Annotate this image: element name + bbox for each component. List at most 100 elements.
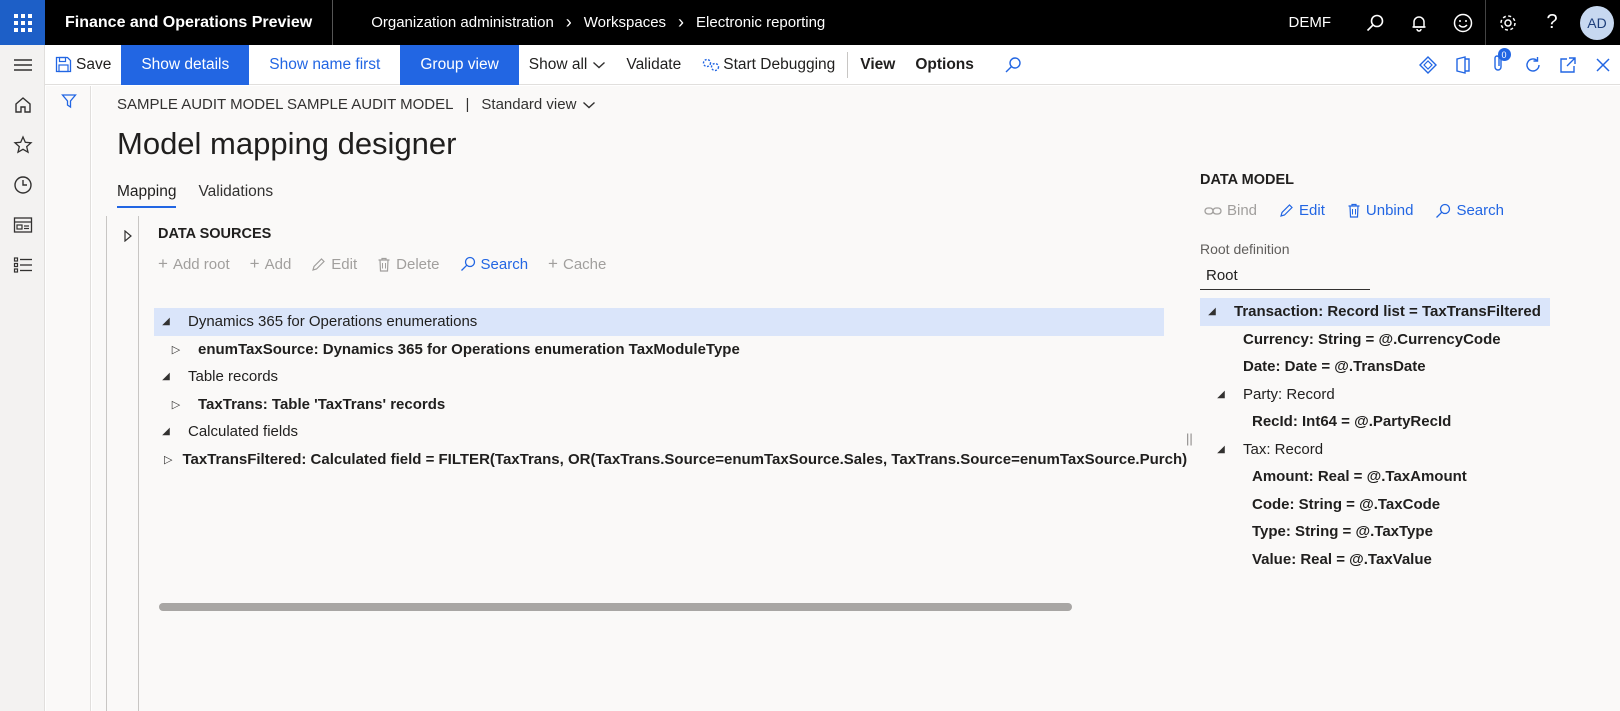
show-name-first-button[interactable]: Show name first: [249, 45, 400, 85]
tree-node-date[interactable]: Date: Date = @.TransDate: [1200, 353, 1550, 381]
tree-node-label: Party: Record: [1243, 385, 1335, 403]
edit-button[interactable]: Edit: [311, 254, 357, 274]
bind-button[interactable]: Bind: [1204, 202, 1257, 219]
start-debugging-button[interactable]: Start Debugging: [691, 45, 845, 85]
add-button[interactable]: + Add: [250, 254, 292, 274]
unbind-button[interactable]: Unbind: [1347, 202, 1413, 219]
tree-node-party[interactable]: ◢ Party: Record: [1200, 381, 1550, 409]
data-model-toolbar: Bind Edit Unbind Search: [1204, 202, 1526, 219]
power-apps-icon[interactable]: [1410, 45, 1445, 85]
delete-button[interactable]: Delete: [377, 254, 440, 274]
gear-icon[interactable]: [1486, 0, 1530, 45]
search-icon: [1436, 203, 1451, 218]
expand-triangle-icon[interactable]: ▷: [164, 453, 172, 466]
tree-node-label: Type: String = @.TaxType: [1252, 523, 1433, 541]
show-all-dropdown[interactable]: Show all: [519, 45, 617, 85]
tree-node-label: Table records: [188, 368, 279, 386]
view-selector[interactable]: Standard view: [481, 96, 596, 113]
options-menu[interactable]: Options: [905, 45, 984, 85]
show-details-button[interactable]: Show details: [121, 44, 250, 85]
workspaces-icon[interactable]: [0, 205, 45, 245]
add-label: Add: [264, 255, 292, 273]
panel-splitter[interactable]: ||: [1186, 431, 1193, 446]
search-button[interactable]: Search: [1435, 202, 1504, 219]
chevron-down-icon: [583, 101, 596, 108]
search-button[interactable]: Search: [460, 254, 528, 274]
root-definition-field[interactable]: Root: [1200, 264, 1370, 290]
start-debugging-label: Start Debugging: [723, 55, 836, 73]
view-selector-label: Standard view: [481, 96, 577, 113]
plus-icon: +: [158, 254, 168, 273]
office-icon[interactable]: [1445, 45, 1480, 85]
tree-node-enum-tax-source[interactable]: ▷ enumTaxSource: Dynamics 365 for Operat…: [154, 336, 1164, 364]
collapse-triangle-icon[interactable]: ◢: [154, 316, 178, 327]
group-view-button[interactable]: Group view: [400, 44, 519, 85]
tree-node-tax-trans[interactable]: ▷ TaxTrans: Table 'TaxTrans' records: [154, 391, 1164, 419]
tree-node-type[interactable]: Type: String = @.TaxType: [1200, 518, 1550, 546]
breadcrumb-item-workspaces[interactable]: Workspaces: [584, 14, 666, 31]
smiley-icon[interactable]: [1441, 0, 1485, 45]
data-sources-toolbar: + Add root + Add Edit Delete Search + Cache: [158, 254, 626, 274]
chevron-down-icon: [593, 61, 606, 68]
expand-panel-icon[interactable]: [123, 229, 133, 246]
tree-node-currency[interactable]: Currency: String = @.CurrencyCode: [1200, 326, 1550, 354]
modules-list-icon[interactable]: [0, 245, 45, 285]
data-model-tree: ◢ Transaction: Record list = TaxTransFil…: [1200, 298, 1550, 573]
expand-triangle-icon[interactable]: ▷: [164, 398, 188, 411]
tree-node-label: Dynamics 365 for Operations enumerations: [188, 313, 478, 331]
collapse-triangle-icon[interactable]: ◢: [1209, 444, 1233, 455]
collapse-triangle-icon[interactable]: ◢: [1209, 389, 1233, 400]
refresh-icon[interactable]: [1515, 45, 1550, 85]
data-sources-header: DATA SOURCES: [158, 226, 272, 242]
tree-node-table-records[interactable]: ◢ Table records: [154, 363, 1164, 391]
data-sources-tree: ◢ Dynamics 365 for Operations enumeratio…: [154, 308, 1187, 474]
hamburger-icon[interactable]: [0, 45, 45, 85]
divider: [847, 51, 849, 78]
filter-icon[interactable]: [46, 86, 91, 116]
open-new-window-icon[interactable]: [1550, 45, 1585, 85]
tree-node-label: TaxTrans: Table 'TaxTrans' records: [198, 395, 446, 413]
view-menu[interactable]: View: [850, 45, 905, 85]
breadcrumb-item-electronic-reporting[interactable]: Electronic reporting: [696, 14, 825, 31]
star-icon[interactable]: [0, 125, 45, 165]
app-name[interactable]: Finance and Operations Preview: [45, 0, 334, 45]
cache-label: Cache: [562, 255, 607, 273]
tree-node-tax-trans-filtered[interactable]: ▷ TaxTransFiltered: Calculated field = F…: [154, 446, 1187, 474]
tree-node-code[interactable]: Code: String = @.TaxCode: [1200, 491, 1550, 519]
tree-node-calculated-fields[interactable]: ◢ Calculated fields: [154, 418, 1164, 446]
attachments-count-badge: 0: [1497, 48, 1511, 61]
edit-label: Edit: [331, 255, 358, 273]
save-button[interactable]: Save: [45, 45, 121, 85]
tree-node-tax[interactable]: ◢ Tax: Record: [1200, 436, 1550, 464]
collapse-triangle-icon[interactable]: ◢: [154, 371, 178, 382]
collapse-triangle-icon[interactable]: ◢: [154, 426, 178, 437]
home-icon[interactable]: [0, 85, 45, 125]
tree-node-transaction[interactable]: ◢ Transaction: Record list = TaxTransFil…: [1200, 298, 1550, 326]
tab-mapping[interactable]: Mapping: [117, 183, 177, 208]
cache-button[interactable]: + Cache: [548, 254, 606, 274]
expand-triangle-icon[interactable]: ▷: [164, 343, 188, 356]
validate-button[interactable]: Validate: [616, 45, 691, 85]
company-picker[interactable]: DEMF: [1289, 14, 1332, 31]
avatar[interactable]: AD: [1580, 5, 1614, 40]
search-icon[interactable]: [984, 45, 1032, 85]
add-root-button[interactable]: + Add root: [158, 254, 230, 274]
close-icon[interactable]: [1585, 45, 1620, 85]
clock-icon[interactable]: [0, 165, 45, 205]
edit-button[interactable]: Edit: [1279, 202, 1325, 219]
attachments-icon[interactable]: 0: [1480, 45, 1515, 85]
help-icon[interactable]: ?: [1530, 0, 1574, 45]
tab-validations[interactable]: Validations: [198, 183, 273, 208]
tree-node-recid[interactable]: RecId: Int64 = @.PartyRecId: [1200, 408, 1550, 436]
breadcrumb-item-organization-administration[interactable]: Organization administration: [371, 14, 554, 31]
tree-node-enumerations[interactable]: ◢ Dynamics 365 for Operations enumeratio…: [154, 308, 1164, 336]
bell-icon[interactable]: [1397, 0, 1441, 45]
collapse-triangle-icon[interactable]: ◢: [1200, 306, 1224, 317]
tree-node-value[interactable]: Value: Real = @.TaxValue: [1200, 546, 1550, 574]
chevron-right-icon: ›: [678, 12, 685, 32]
search-icon[interactable]: [1353, 0, 1397, 45]
tree-node-amount[interactable]: Amount: Real = @.TaxAmount: [1200, 463, 1550, 491]
app-launcher-icon[interactable]: [0, 0, 45, 45]
plus-icon: +: [548, 254, 558, 273]
horizontal-scrollbar[interactable]: [159, 603, 1072, 611]
